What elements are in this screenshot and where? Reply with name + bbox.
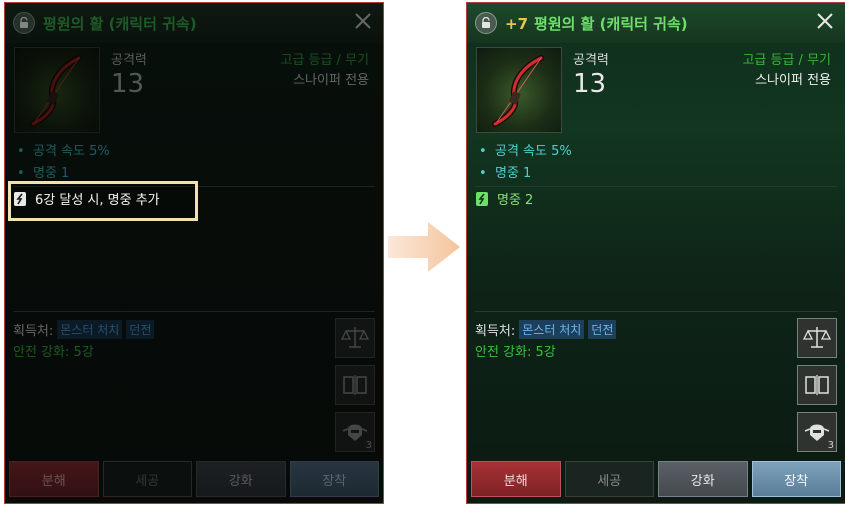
item-image	[14, 47, 100, 133]
swap-button[interactable]	[797, 365, 837, 405]
unlock-icon[interactable]	[13, 12, 35, 34]
option-attack-speed: • 공격 속도 5%	[479, 144, 572, 159]
option-list: • 공격 속도 5% • 명중 1	[17, 141, 110, 185]
close-icon[interactable]	[815, 11, 835, 31]
enhance-button[interactable]: 강화	[196, 461, 286, 497]
divider	[475, 186, 837, 187]
grade-text: 고급 등급 / 무기	[280, 53, 369, 68]
action-bar: 분해 세공 강화 장착	[9, 461, 379, 497]
item-title: 평원의 활 (캐릭터 귀속)	[43, 15, 197, 33]
card-swap-icon	[343, 375, 367, 395]
action-bar: 분해 세공 강화 장착	[471, 461, 841, 497]
acquire-tag-dungeon[interactable]: 던전	[588, 320, 617, 339]
card-swap-icon	[805, 375, 829, 395]
tooltip-header: +7 평원의 활 (캐릭터 귀속)	[467, 3, 845, 43]
grade-text: 고급 등급 / 무기	[742, 53, 831, 68]
acquire-tag-monster[interactable]: 몬스터 처치	[57, 320, 123, 339]
unlock-icon[interactable]	[475, 12, 497, 34]
costume-button[interactable]: 3	[797, 412, 837, 452]
safe-enhance-text: 안전 강화: 5강	[475, 345, 556, 360]
acquire-tag-monster[interactable]: 몬스터 처치	[519, 320, 585, 339]
close-icon[interactable]	[353, 11, 373, 31]
compare-button[interactable]	[797, 318, 837, 358]
class-restriction: 스나이퍼 전용	[293, 73, 369, 88]
item-title: +7 평원의 활 (캐릭터 귀속)	[505, 15, 688, 33]
side-count: 3	[365, 440, 372, 451]
side-count: 3	[827, 440, 834, 451]
item-image	[476, 47, 562, 133]
stat-value: 13	[111, 69, 145, 99]
bonus-card-icon	[14, 191, 26, 206]
arrow-right-icon	[388, 222, 460, 272]
scale-icon	[802, 327, 832, 348]
acquire-tag-dungeon[interactable]: 던전	[126, 320, 155, 339]
option-attack-speed: • 공격 속도 5%	[17, 144, 110, 159]
tooltip-header: 평원의 활 (캐릭터 귀속)	[5, 3, 383, 43]
scale-icon	[340, 327, 370, 348]
acquisition: 획득처: 몬스터 처치 던전	[475, 320, 617, 339]
dismantle-button[interactable]: 분해	[9, 461, 99, 497]
acquisition: 획득처: 몬스터 처치 던전	[13, 320, 155, 339]
safe-enhance-text: 안전 강화: 5강	[13, 345, 94, 360]
stat-value: 13	[573, 69, 607, 99]
equip-button[interactable]: 장착	[751, 461, 841, 497]
stat-label: 공격력	[573, 53, 609, 68]
craft-button[interactable]: 세공	[102, 461, 192, 497]
item-tooltip-after: +7 평원의 활 (캐릭터 귀속) 공격력 13 고급 등급 / 무기 스나이퍼 …	[466, 2, 845, 504]
costume-button[interactable]: 3	[335, 412, 375, 452]
comparison-screen: 평원의 활 (캐릭터 귀속) 공격력 13 고급 등급 / 무기 스나이퍼 전용…	[0, 0, 845, 508]
enhance-level: +7	[505, 15, 529, 33]
enhance-button[interactable]: 강화	[658, 461, 748, 497]
divider	[13, 311, 375, 312]
divider	[475, 311, 837, 312]
stat-label: 공격력	[111, 53, 147, 68]
swap-button[interactable]	[335, 365, 375, 405]
bonus-card-icon	[476, 191, 488, 206]
craft-button[interactable]: 세공	[564, 461, 654, 497]
dismantle-button[interactable]: 분해	[471, 461, 561, 497]
option-accuracy: • 명중 1	[479, 166, 532, 181]
equip-button[interactable]: 장착	[289, 461, 379, 497]
enhance-bonus: 명중 2	[475, 189, 533, 208]
class-restriction: 스나이퍼 전용	[755, 73, 831, 88]
compare-button[interactable]	[335, 318, 375, 358]
enhance-bonus-highlighted: 6강 달성 시, 명중 추가	[13, 189, 160, 208]
option-list: • 공격 속도 5% • 명중 1	[479, 141, 572, 185]
item-tooltip-before: 평원의 활 (캐릭터 귀속) 공격력 13 고급 등급 / 무기 스나이퍼 전용…	[4, 2, 384, 504]
